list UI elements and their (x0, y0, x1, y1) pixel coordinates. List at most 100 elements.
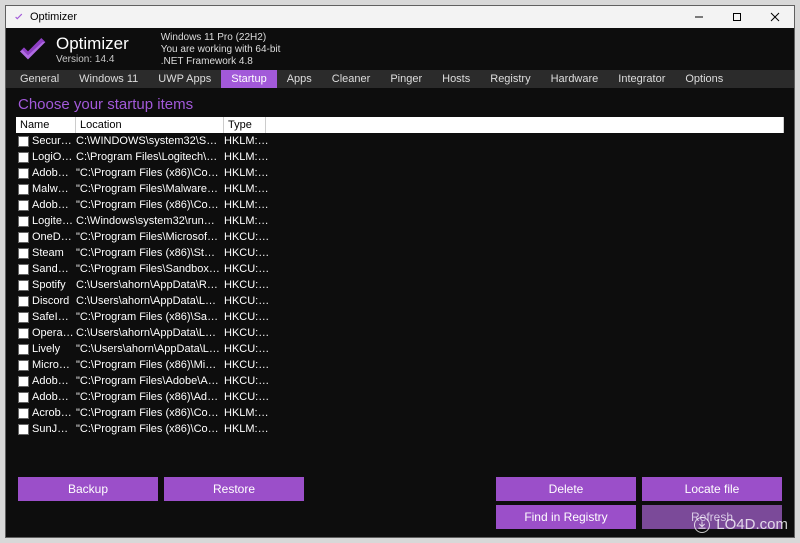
row-checkbox[interactable] (18, 344, 29, 355)
table-row[interactable]: LogiOpt…C:\Program Files\Logitech\Logi…H… (16, 149, 784, 165)
table-header: Name Location Type (16, 117, 784, 133)
table-row[interactable]: AdobeA…"C:\Program Files (x86)\Comm…HKLM… (16, 197, 784, 213)
app-version: Version: 14.4 (56, 54, 129, 65)
table-row[interactable]: Adobe …"C:\Program Files\Adobe\Adob…HKCU… (16, 373, 784, 389)
row-checkbox[interactable] (18, 168, 29, 179)
row-name: Spotify (32, 279, 76, 291)
tab-integrator[interactable]: Integrator (608, 70, 675, 88)
row-location: "C:\Program Files (x86)\Comm… (76, 423, 224, 435)
tab-startup[interactable]: Startup (221, 70, 276, 88)
table-row[interactable]: SafeInCl…"C:\Program Files (x86)\Safe In… (16, 309, 784, 325)
row-name: Adobe … (32, 375, 76, 387)
tab-pinger[interactable]: Pinger (380, 70, 432, 88)
row-checkbox[interactable] (18, 408, 29, 419)
table-row[interactable]: SunJava…"C:\Program Files (x86)\Comm…HKL… (16, 421, 784, 437)
row-checkbox[interactable] (18, 248, 29, 259)
column-header-type[interactable]: Type (224, 117, 266, 133)
system-info: Windows 11 Pro (22H2) You are working wi… (161, 32, 281, 68)
row-checkbox[interactable] (18, 360, 29, 371)
app-info: Optimizer Version: 14.4 (56, 35, 129, 65)
table-row[interactable]: Malwar…"C:\Program Files\Malwarebyte…HKL… (16, 181, 784, 197)
row-checkbox[interactable] (18, 200, 29, 211)
row-name: Malwar… (32, 183, 76, 195)
table-row[interactable]: Adobe …"C:\Program Files (x86)\Adobe\…HK… (16, 389, 784, 405)
row-type: HKCU:… (224, 263, 274, 275)
row-location: "C:\Program Files (x86)\Comm… (76, 167, 224, 179)
row-name: Steam (32, 247, 76, 259)
row-checkbox[interactable] (18, 328, 29, 339)
table-row[interactable]: Security…C:\WINDOWS\system32\Securi…HKLM… (16, 133, 784, 149)
table-row[interactable]: Steam"C:\Program Files (x86)\Steam\…HKCU… (16, 245, 784, 261)
table-row[interactable]: DiscordC:\Users\ahorn\AppData\Local…HKCU… (16, 293, 784, 309)
table-body: Security…C:\WINDOWS\system32\Securi…HKLM… (16, 133, 784, 437)
row-location: "C:\Program Files\Adobe\Adob… (76, 375, 224, 387)
row-checkbox[interactable] (18, 296, 29, 307)
column-header-empty (266, 117, 784, 133)
row-location: C:\Program Files\Logitech\Logi… (76, 151, 224, 163)
row-name: Discord (32, 295, 76, 307)
table-row[interactable]: Sandbo…"C:\Program Files\Sandboxie-P…HKC… (16, 261, 784, 277)
row-location: "C:\Program Files (x86)\Steam\… (76, 247, 224, 259)
row-checkbox[interactable] (18, 136, 29, 147)
row-checkbox[interactable] (18, 216, 29, 227)
restore-button[interactable]: Restore (164, 477, 304, 501)
refresh-button[interactable]: Refresh (642, 505, 782, 529)
table-row[interactable]: Logitec…C:\Windows\system32\rundll32…HKL… (16, 213, 784, 229)
row-type: HKCU:… (224, 247, 274, 259)
row-name: Opera B… (32, 327, 76, 339)
row-type: HKLM:… (224, 407, 274, 419)
row-location: C:\Users\ahorn\AppData\Local… (76, 327, 224, 339)
close-button[interactable] (756, 6, 794, 28)
row-checkbox[interactable] (18, 280, 29, 291)
locate-file-button[interactable]: Locate file (642, 477, 782, 501)
table-row[interactable]: Microso…"C:\Program Files (x86)\Micros…H… (16, 357, 784, 373)
tab-registry[interactable]: Registry (480, 70, 540, 88)
section-title: Choose your startup items (18, 96, 784, 113)
row-type: HKLM:… (224, 167, 274, 179)
row-checkbox[interactable] (18, 392, 29, 403)
column-header-location[interactable]: Location (76, 117, 224, 133)
tab-general[interactable]: General (10, 70, 69, 88)
delete-button[interactable]: Delete (496, 477, 636, 501)
row-name: SafeInCl… (32, 311, 76, 323)
row-checkbox[interactable] (18, 376, 29, 387)
header: Optimizer Version: 14.4 Windows 11 Pro (… (6, 28, 794, 70)
table-row[interactable]: AdobeG…"C:\Program Files (x86)\Comm…HKLM… (16, 165, 784, 181)
row-type: HKCU:… (224, 279, 274, 291)
row-checkbox[interactable] (18, 184, 29, 195)
row-location: C:\Users\ahorn\AppData\Roam… (76, 279, 224, 291)
find-in-registry-button[interactable]: Find in Registry (496, 505, 636, 529)
row-type: HKCU:… (224, 327, 274, 339)
table-row[interactable]: Acrobat…"C:\Program Files (x86)\Comm…HKL… (16, 405, 784, 421)
row-name: Security… (32, 135, 76, 147)
row-checkbox[interactable] (18, 312, 29, 323)
backup-button[interactable]: Backup (18, 477, 158, 501)
table-row[interactable]: SpotifyC:\Users\ahorn\AppData\Roam…HKCU:… (16, 277, 784, 293)
tab-options[interactable]: Options (675, 70, 733, 88)
table-row[interactable]: Opera B…C:\Users\ahorn\AppData\Local…HKC… (16, 325, 784, 341)
framework-line: .NET Framework 4.8 (161, 56, 281, 68)
maximize-button[interactable] (718, 6, 756, 28)
tab-hosts[interactable]: Hosts (432, 70, 480, 88)
column-header-name[interactable]: Name (16, 117, 76, 133)
table-row[interactable]: OneDrive"C:\Program Files\Microsoft O…HK… (16, 229, 784, 245)
row-type: HKCU:… (224, 231, 274, 243)
row-location: "C:\Program Files\Sandboxie-P… (76, 263, 224, 275)
row-name: LogiOpt… (32, 151, 76, 163)
row-checkbox[interactable] (18, 152, 29, 163)
tab-windows-11[interactable]: Windows 11 (69, 70, 148, 88)
tab-cleaner[interactable]: Cleaner (322, 70, 381, 88)
row-checkbox[interactable] (18, 424, 29, 435)
minimize-button[interactable] (680, 6, 718, 28)
content: Choose your startup items Name Location … (6, 88, 794, 537)
tab-hardware[interactable]: Hardware (541, 70, 609, 88)
row-location: "C:\Program Files (x86)\Safe In … (76, 311, 224, 323)
tab-apps[interactable]: Apps (277, 70, 322, 88)
row-checkbox[interactable] (18, 232, 29, 243)
row-type: HKCU:… (224, 375, 274, 387)
row-checkbox[interactable] (18, 264, 29, 275)
table-row[interactable]: Lively"C:\Users\ahorn\AppData\Loca…HKCU:… (16, 341, 784, 357)
row-type: HKCU:… (224, 343, 274, 355)
row-name: AdobeG… (32, 167, 76, 179)
tab-uwp-apps[interactable]: UWP Apps (148, 70, 221, 88)
